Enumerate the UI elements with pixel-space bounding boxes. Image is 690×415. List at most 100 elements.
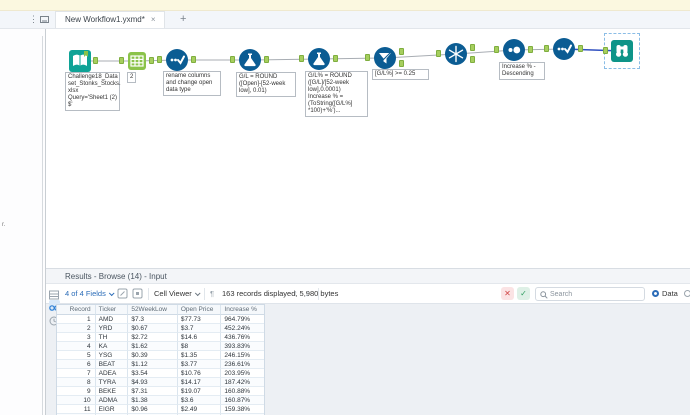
annotation-text-input[interactable]: 2 (127, 72, 137, 83)
table-cell: KA (95, 342, 129, 351)
text-input-icon (128, 52, 146, 70)
annotation-sort[interactable]: Increase % - Descending (499, 62, 545, 80)
search-input[interactable]: Search (535, 287, 645, 301)
annotation-formula-2[interactable]: G/L% = ROUND ([G/L]/[52-week low],0.0001… (305, 71, 368, 117)
table-row[interactable]: 10 ADMA $1.38 $3.6 160.87% (57, 396, 264, 405)
table-row[interactable]: 2 YRD $0.67 $3.7 452.24% (57, 324, 264, 333)
tool-formula-1[interactable] (230, 48, 269, 72)
unique-icon (445, 43, 467, 65)
scroll-up-icon[interactable]: ↑ (293, 288, 298, 298)
toolbar-separator (148, 288, 149, 300)
table-cell: 10 (57, 396, 96, 405)
table-cell: EIGR (95, 405, 129, 414)
apply-button[interactable]: ✓ (517, 287, 530, 300)
tool-browse[interactable] (603, 40, 633, 62)
output-anchor[interactable] (191, 56, 196, 63)
annotation-filter[interactable]: [G/L%] >= 0.25 (372, 69, 429, 80)
workflow-tab-bar: ⋮ New Workflow1.yxmd* × + (0, 11, 690, 29)
input-anchor[interactable] (365, 54, 370, 61)
table-row[interactable]: 11 EIGR $0.96 $2.49 159.38% (57, 405, 264, 414)
input-anchor[interactable] (230, 56, 235, 63)
output-anchor[interactable] (264, 56, 269, 63)
input-anchor[interactable] (494, 46, 499, 53)
input-anchor[interactable] (157, 56, 162, 63)
browse-icon (611, 40, 633, 62)
app-window: ⋮ New Workflow1.yxmd* × + r. Challenge18… (0, 0, 690, 415)
table-row[interactable]: 1 AMD $7.3 $77.73 964.79% (57, 315, 264, 324)
output-anchor[interactable] (528, 46, 533, 53)
table-cell: $10.76 (177, 369, 222, 378)
table-row[interactable]: 6 BEAT $1.12 $3.77 236.61% (57, 360, 264, 369)
input-anchor[interactable] (436, 50, 441, 57)
table-cell: $1.12 (128, 360, 178, 369)
unique-output-anchor[interactable] (470, 44, 475, 51)
pilcrow-icon[interactable]: ¶ (210, 289, 214, 298)
tool-text-input[interactable] (119, 51, 154, 71)
table-row[interactable]: 5 YSG $0.39 $1.35 246.15% (57, 351, 264, 360)
radio-metadata[interactable]: Metadata (684, 289, 690, 298)
radio-icon (684, 290, 690, 297)
table-header-row: Record Ticker 52WeekLow Open Price Increase … (57, 305, 264, 315)
annotation-select[interactable]: rename columns and change open data type (163, 71, 221, 96)
table-row[interactable]: 4 KA $1.62 $8 393.83% (57, 342, 264, 351)
cell-viewer-dropdown[interactable]: Cell Viewer (154, 289, 201, 298)
false-output-anchor[interactable] (399, 60, 404, 67)
toolbar-separator (204, 288, 205, 300)
true-output-anchor[interactable] (399, 48, 404, 55)
filter-icon (374, 47, 396, 69)
tool-select-2[interactable] (544, 37, 583, 61)
output-anchor[interactable] (578, 45, 583, 52)
workflow-canvas[interactable]: Challenge18_Data set_Stonks_Stocks. xlsx… (46, 29, 690, 268)
tool-unique[interactable] (436, 42, 475, 66)
tool-formula-2[interactable] (299, 47, 338, 71)
tool-select-1[interactable] (157, 48, 196, 72)
table-cell: 160.87% (221, 396, 264, 405)
input-anchor[interactable] (119, 57, 124, 64)
output-anchor[interactable] (93, 57, 98, 64)
popout-icon[interactable] (132, 288, 143, 301)
annotation-input-data[interactable]: Challenge18_Data set_Stonks_Stocks. xlsx… (65, 72, 121, 111)
table-cell: 393.83% (221, 342, 264, 351)
tool-sort[interactable] (494, 38, 533, 62)
fields-dropdown[interactable]: 4 of 4 Fields (65, 289, 115, 298)
tool-filter[interactable] (365, 46, 404, 70)
table-cell: 159.38% (221, 405, 264, 414)
formula-icon (239, 49, 261, 71)
table-cell: $2.49 (177, 405, 222, 414)
clear-search-button[interactable]: ✕ (501, 287, 514, 300)
table-cell: 9 (57, 387, 96, 396)
column-header: Ticker (95, 305, 129, 315)
table-cell: $3.54 (128, 369, 178, 378)
table-cell: 7 (57, 369, 96, 378)
table-cell: 236.61% (221, 360, 264, 369)
input-anchor[interactable] (299, 55, 304, 62)
input-anchor[interactable] (603, 47, 608, 54)
table-cell: 436.76% (221, 333, 264, 342)
radio-data[interactable]: Data (652, 289, 678, 298)
output-anchor[interactable] (333, 55, 338, 62)
input-anchor[interactable] (544, 45, 549, 52)
new-tab-button[interactable]: + (180, 13, 186, 25)
overflow-menu-icon[interactable]: ⋮ (29, 14, 38, 25)
table-cell: $19.07 (177, 387, 222, 396)
table-cell: 203.95% (221, 369, 264, 378)
table-row[interactable]: 8 TYRA $4.93 $14.17 187.42% (57, 378, 264, 387)
duplicate-output-anchor[interactable] (470, 56, 475, 63)
dock-icon[interactable] (40, 15, 49, 27)
results-table[interactable]: Record Ticker 52WeekLow Open Price Increase … (56, 304, 265, 415)
tool-input-data[interactable] (69, 50, 98, 72)
table-row[interactable]: 9 BEKE $7.31 $19.07 160.88% (57, 387, 264, 396)
edit-icon[interactable] (117, 288, 128, 301)
output-anchor[interactable] (149, 57, 154, 64)
sort-icon (503, 39, 525, 61)
tab-close-icon[interactable]: × (151, 15, 156, 24)
table-row[interactable]: 7 ADEA $3.54 $10.76 203.95% (57, 369, 264, 378)
scroll-down-icon[interactable]: ↓ (305, 288, 310, 298)
table-row[interactable]: 3 TH $2.72 $14.6 436.76% (57, 333, 264, 342)
annotation-formula-1[interactable]: G/L = ROUND ([Open]-[52-week low], 0.01) (236, 72, 296, 97)
table-cell: $14.17 (177, 378, 222, 387)
table-view-icon[interactable] (49, 287, 60, 300)
table-cell: $1.38 (128, 396, 178, 405)
tab-workflow[interactable]: New Workflow1.yxmd* × (55, 11, 165, 28)
table-cell: YRD (95, 324, 129, 333)
